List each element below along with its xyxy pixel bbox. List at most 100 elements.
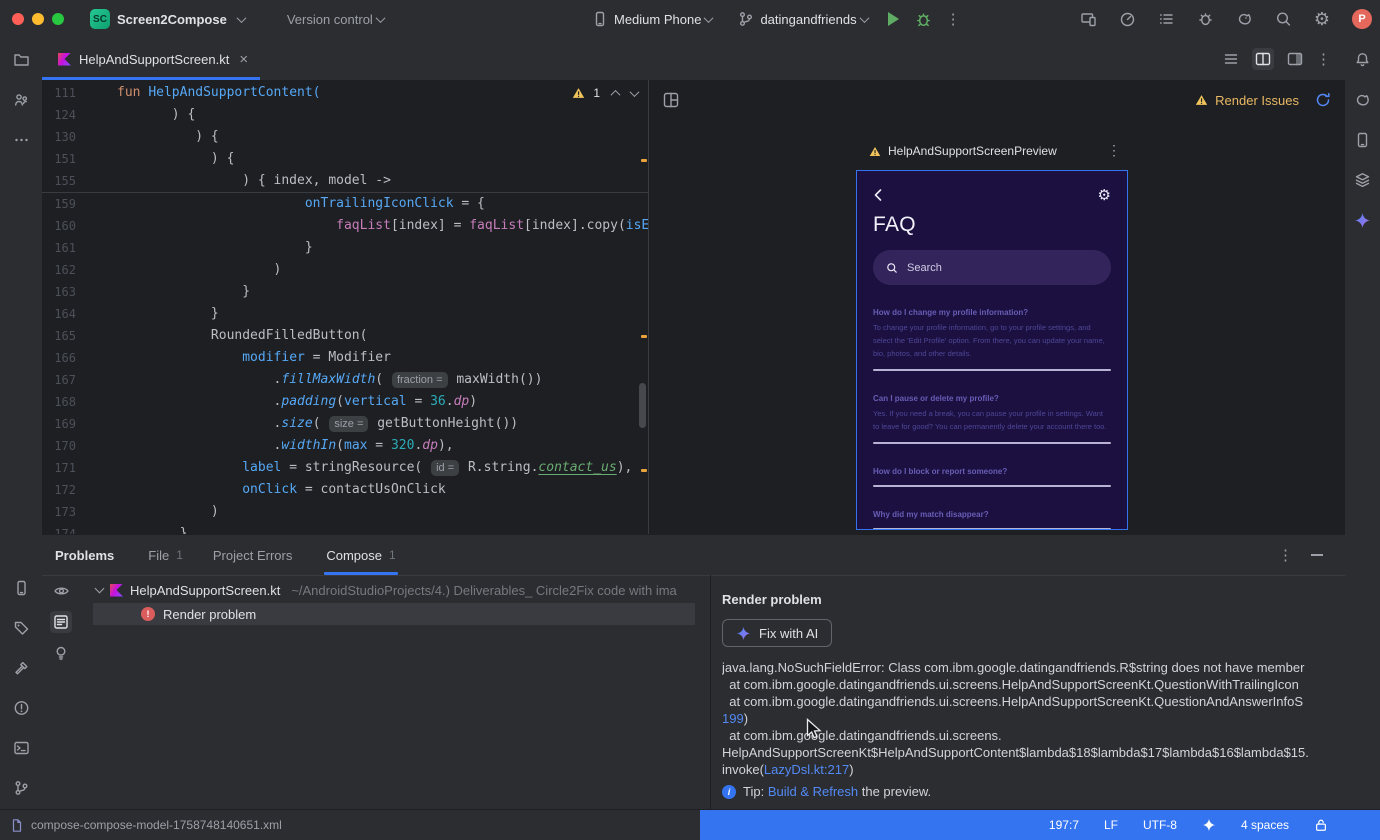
tab-options-icon[interactable]: ⋮ [1316,50,1331,68]
gradle-icon[interactable] [1236,11,1253,27]
tab-project-errors-label: Project Errors [212,547,293,563]
tab-project-errors[interactable]: Project Errors [213,535,292,575]
pull-requests-icon[interactable] [13,92,30,108]
code-line[interactable]: 170 .widthIn(max = 320.dp), [42,435,648,457]
hide-panel-icon[interactable] [1311,554,1323,556]
todo-list-icon[interactable] [1158,11,1175,27]
maximize-window-button[interactable] [52,13,64,25]
code-line[interactable]: 111 fun HelpAndSupportContent( [42,82,648,104]
code-line[interactable]: 155 ) { index, model -> [42,170,648,193]
build-refresh-link[interactable]: Build & Refresh [768,784,858,799]
version-control-tool-icon[interactable] [13,780,30,796]
code-line[interactable]: 163 } [42,281,648,303]
panel-splitter[interactable] [710,575,711,810]
code-line[interactable]: 173 ) [42,501,648,523]
more-tool-windows-icon[interactable] [13,132,30,148]
tab-compose[interactable]: Compose 1 [324,535,399,575]
warning-stripe-mark[interactable] [641,469,647,472]
debug-button[interactable] [915,11,932,28]
editor-scrollbar[interactable] [639,383,646,428]
code-line[interactable]: 130 ) { [42,126,648,148]
stack-trace-link[interactable]: 199 [722,711,744,726]
editor-tab[interactable]: HelpAndSupportScreen.kt × [42,38,261,80]
editor-layout-icon[interactable] [1287,51,1303,67]
code-line[interactable]: 159 onTrailingIconClick = { [42,193,648,215]
project-folder-icon[interactable] [13,52,30,68]
details-view-icon[interactable] [50,611,72,633]
gradle-tool-icon[interactable] [1354,92,1371,108]
project-widget[interactable]: SC Screen2Compose [90,9,247,29]
preview-eye-icon[interactable] [53,583,70,599]
code-line[interactable]: 151 ) { [42,148,648,170]
code-line[interactable]: 162 ) [42,259,648,281]
code-line[interactable]: 161 } [42,237,648,259]
preview-more-icon[interactable]: ⋮ [1107,142,1121,159]
running-devices-tool-icon[interactable] [13,580,30,596]
split-editor-icon[interactable] [1252,48,1274,70]
problems-file-row[interactable]: HelpAndSupportScreen.kt ~/AndroidStudioP… [80,577,710,603]
code-line[interactable]: 168 .padding(vertical = 36.dp) [42,391,648,413]
version-control-menu[interactable]: Version control [287,12,386,27]
settings-icon[interactable]: ⚙ [1314,10,1330,28]
code-line[interactable]: 164 } [42,303,648,325]
code-line[interactable]: 165 RoundedFilledButton( [42,325,648,347]
cursor-position[interactable]: 197:7 [1049,818,1079,832]
phone-preview-frame[interactable]: ⚙ FAQ Search How do I change my profile … [856,170,1128,530]
encoding[interactable]: UTF-8 [1143,818,1177,832]
chevron-down-icon [859,12,870,23]
ai-sparkle-icon[interactable] [1202,818,1216,832]
fix-with-ai-button[interactable]: Fix with AI [722,619,833,647]
code-line[interactable]: 167 .fillMaxWidth( fraction = maxWidth()… [42,369,648,391]
render-issues-button[interactable]: Render Issues [1195,93,1299,108]
inspection-widget[interactable]: 1 [572,86,640,100]
panel-options-icon[interactable]: ⋮ [1278,546,1293,564]
tab-file[interactable]: File 1 [148,535,183,575]
profile-avatar[interactable]: P [1352,9,1372,29]
statusbar-file-widget[interactable]: compose-compose-model-1758748140651.xml [0,818,282,833]
code-line[interactable]: 124 ) { [42,104,648,126]
branch-selector[interactable]: datingandfriends [760,12,856,27]
faq-screen-title: FAQ [873,213,916,236]
search-icon[interactable] [1275,11,1292,27]
close-tab-icon[interactable]: × [239,51,248,68]
expand-chevron-icon[interactable] [94,583,105,594]
resource-manager-icon[interactable] [1354,172,1371,188]
device-selector[interactable]: Medium Phone [614,12,701,27]
running-devices-icon[interactable] [1080,11,1097,27]
warning-stripe-mark[interactable] [641,335,647,338]
more-actions-icon[interactable]: ⋮ [946,10,961,28]
code-line[interactable]: 169 .size( size = getButtonHeight()) [42,413,648,435]
build-icon[interactable] [13,660,30,676]
code-line[interactable]: 160 faqList[index] = faqList[index].copy… [42,215,648,237]
notifications-icon[interactable] [1354,52,1371,68]
device-icon [592,11,608,27]
terminal-icon[interactable] [13,740,30,756]
line-ending[interactable]: LF [1104,818,1118,832]
gemini-icon[interactable] [1354,212,1371,229]
run-button[interactable] [887,12,899,26]
render-problem-row[interactable]: ! Render problem [93,603,695,625]
quick-fix-bulb-icon[interactable] [53,645,69,661]
preview-name-label[interactable]: HelpAndSupportScreenPreview [869,144,1057,158]
warning-stripe-mark[interactable] [641,159,647,162]
code-line[interactable]: 172 onClick = contactUsOnClick [42,479,648,501]
editor-list-icon[interactable] [1223,51,1239,67]
minimize-window-button[interactable] [32,13,44,25]
previous-problem-icon[interactable] [610,89,621,100]
refresh-preview-icon[interactable] [1315,92,1331,108]
app-insights-icon[interactable] [1197,11,1214,27]
code-editor[interactable]: 111 fun HelpAndSupportContent(124 ) {130 … [42,80,648,535]
close-window-button[interactable] [12,13,24,25]
code-line[interactable]: 171 label = stringResource( id = R.strin… [42,457,648,479]
preview-layout-icon[interactable] [663,92,679,108]
device-manager-icon[interactable] [1354,132,1371,148]
next-problem-icon[interactable] [629,86,640,97]
code-line[interactable]: 166 modifier = Modifier [42,347,648,369]
device-explorer-icon[interactable] [13,620,30,636]
profiler-icon[interactable] [1119,11,1136,27]
problems-tool-icon[interactable] [13,700,30,716]
stack-trace-link[interactable]: LazyDsl.kt:217 [764,762,849,777]
tip-text: Tip: Build & Refresh the preview. [743,784,932,799]
indent-widget[interactable]: 4 spaces [1241,818,1289,832]
lock-icon[interactable] [1314,818,1328,832]
